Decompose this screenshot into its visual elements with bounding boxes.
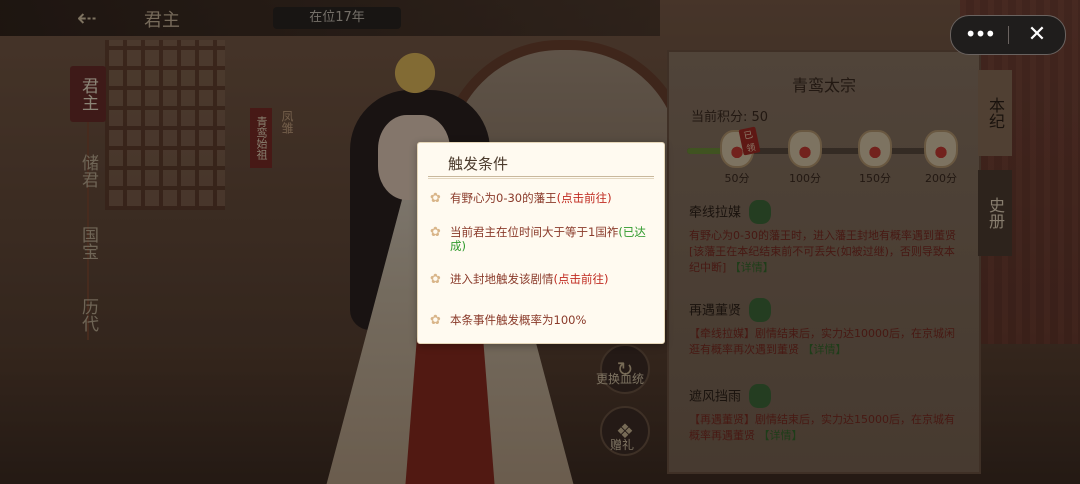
condition-text: 当前君主在位时间大于等于1国祚 [450,225,619,239]
close-icon[interactable]: ✕ [1009,16,1065,54]
flower-icon: ✿ [430,191,441,206]
mini-program-capsule: ••• ✕ [950,15,1066,55]
condition-status[interactable]: (点击前往) [554,272,609,286]
more-dots-icon[interactable]: ••• [951,16,1008,54]
condition-item: ✿ 本条事件触发概率为100% [430,313,654,328]
condition-status[interactable]: (点击前往) [557,191,612,205]
title-divider [428,178,654,179]
title-divider [428,176,654,177]
condition-text: 本条事件触发概率为100% [450,313,587,327]
flower-icon: ✿ [430,272,441,287]
condition-item[interactable]: ✿ 有野心为0-30的藩王(点击前往) [430,191,654,206]
flower-icon: ✿ [430,225,441,240]
condition-text: 进入封地触发该剧情 [450,272,554,286]
condition-text: 有野心为0-30的藩王 [450,191,557,205]
trigger-conditions-dialog: 触发条件 ✿ 有野心为0-30的藩王(点击前往) ✿ 当前君主在位时间大于等于1… [417,142,665,344]
condition-item[interactable]: ✿ 进入封地触发该剧情(点击前往) [430,272,654,287]
dialog-title: 触发条件 [448,155,509,173]
condition-item: ✿ 当前君主在位时间大于等于1国祚(已达成) [430,225,654,253]
flower-icon: ✿ [430,313,441,328]
